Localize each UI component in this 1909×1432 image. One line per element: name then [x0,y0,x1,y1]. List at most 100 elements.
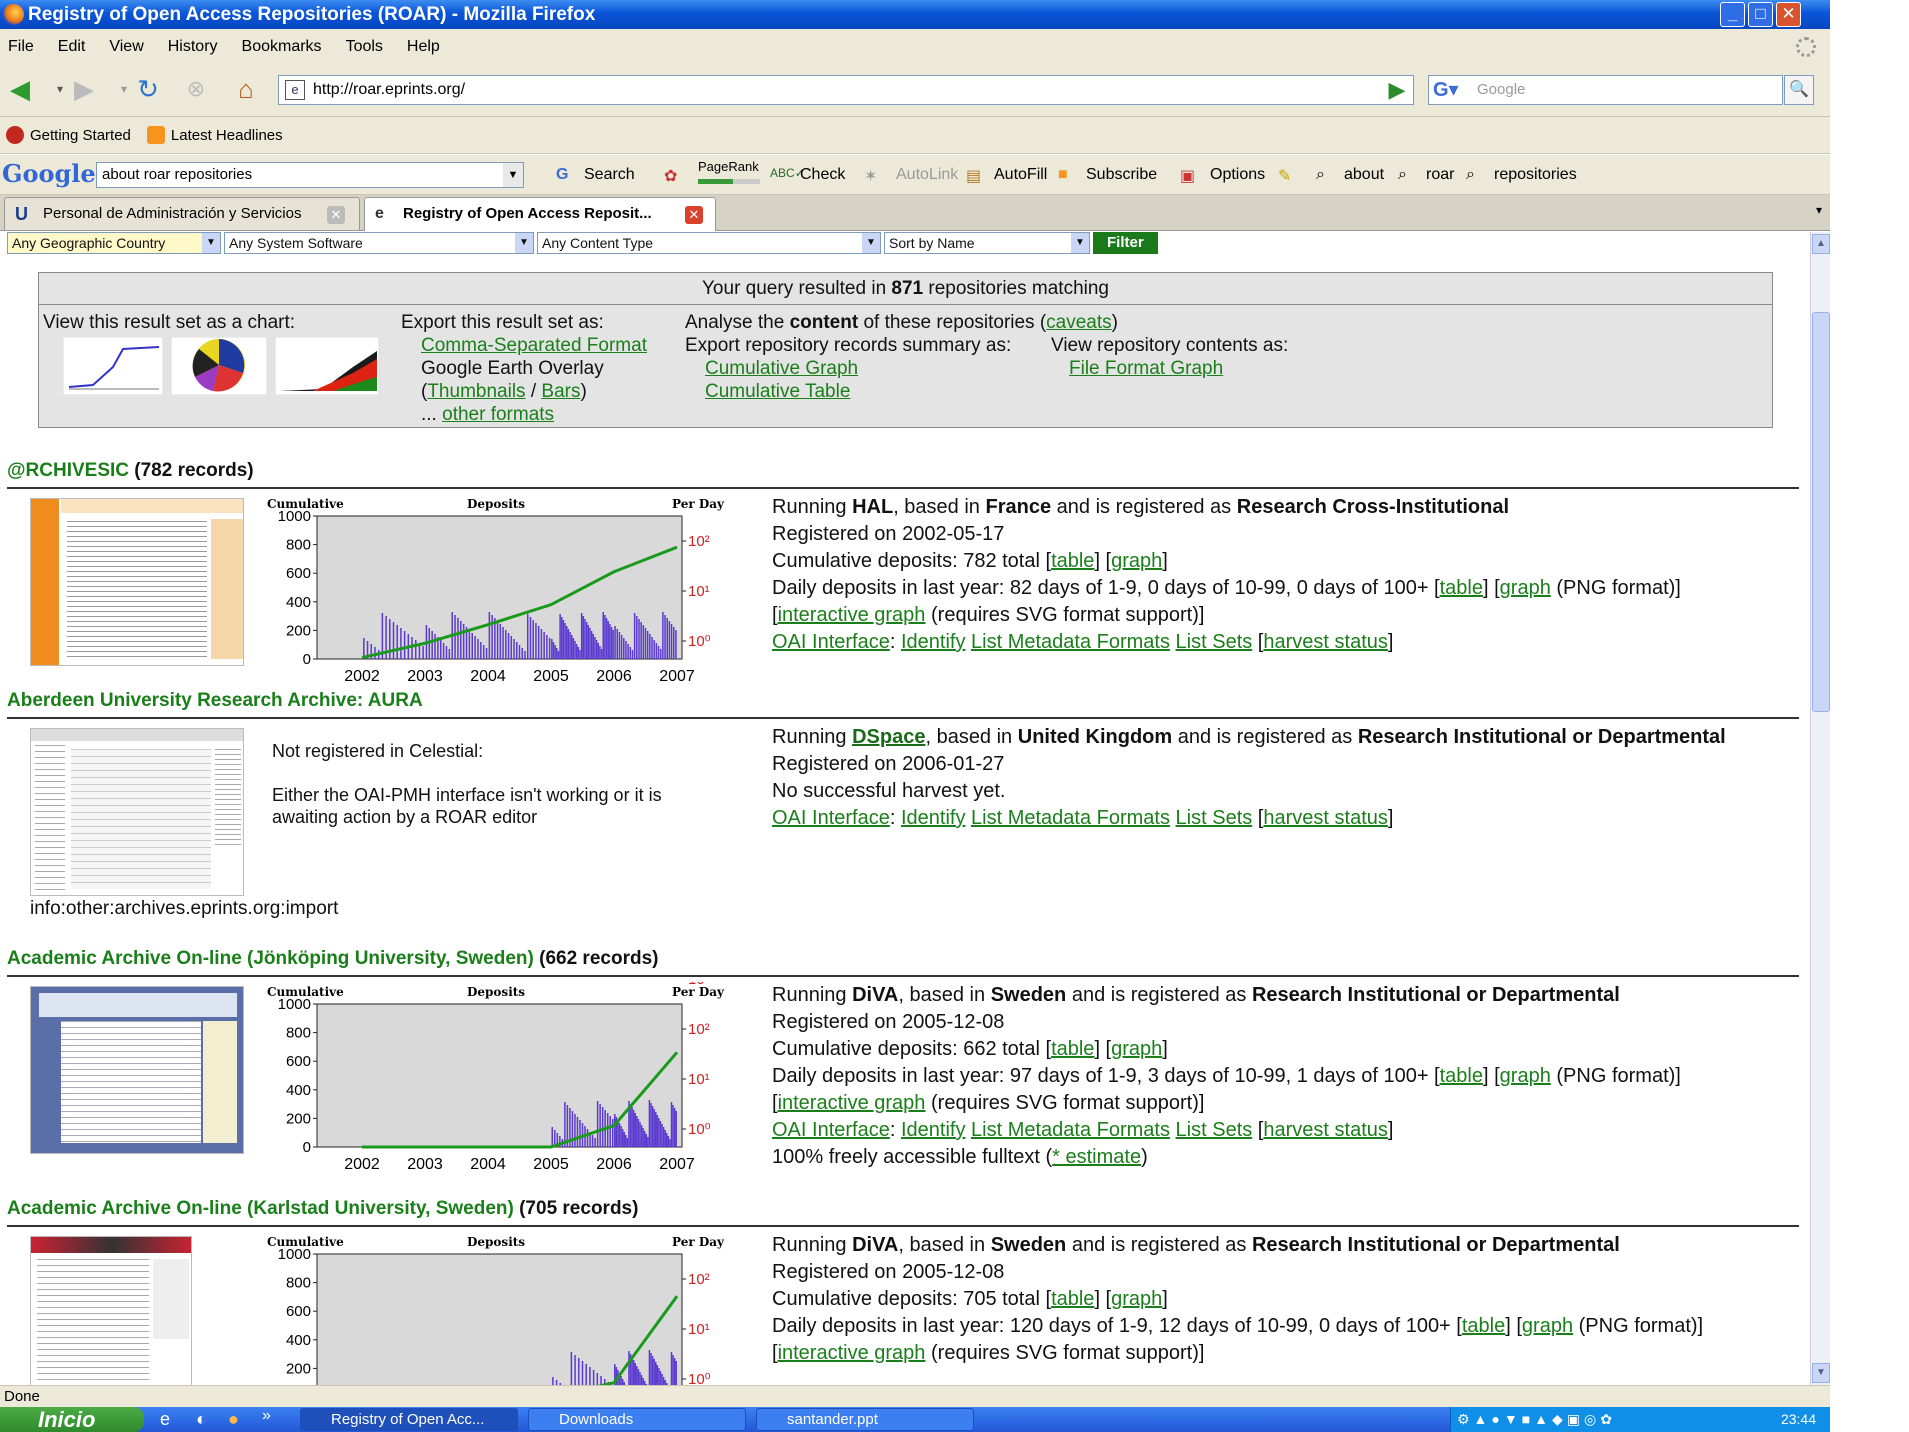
list-sets-link[interactable]: List Sets [1176,1119,1253,1141]
url-field[interactable]: e http://roar.eprints.org/ ▾ [278,75,1643,105]
table-link[interactable]: table [1051,550,1094,572]
scroll-up-icon[interactable]: ▲ [1812,234,1830,254]
list-metadata-link[interactable]: List Metadata Formats [971,631,1170,653]
search-term-repositories[interactable]: repositories [1494,166,1577,184]
menu-view[interactable]: View [109,38,143,56]
menu-help[interactable]: Help [407,38,440,56]
highlighter-icon[interactable]: ✎ [1278,166,1291,186]
graph-link[interactable]: graph [1500,577,1551,599]
menu-bookmarks[interactable]: Bookmarks [242,38,322,56]
search-field[interactable]: G▾ Google [1428,75,1783,105]
task-roar-window[interactable]: Registry of Open Acc... [300,1408,518,1431]
search-term-roar[interactable]: roar [1426,166,1454,184]
task-santander-ppt[interactable]: santander.ppt [756,1408,974,1431]
close-tab-icon[interactable]: ✕ [327,206,345,224]
minimize-button[interactable]: _ [1720,2,1745,27]
bar-chart-thumbnail[interactable] [274,337,380,395]
tray-icons[interactable]: ⚙▲●▼■▲◆▣◎✿ [1457,1407,1616,1432]
google-query-input[interactable]: about roar repositories ▼ [96,162,524,188]
list-sets-link[interactable]: List Sets [1176,631,1253,653]
thumbnails-link[interactable]: Thumbnails [427,381,525,402]
bookmark-getting-started[interactable]: Getting Started [6,126,131,144]
repository-name-link[interactable]: Academic Archive On-line (Karlstad Unive… [7,1198,514,1219]
export-csv-link[interactable]: Comma-Separated Format [421,334,647,357]
scroll-down-icon[interactable]: ▼ [1812,1363,1830,1383]
identify-link[interactable]: Identify [901,631,965,653]
graph-link[interactable]: graph [1522,1315,1573,1337]
line-chart-thumbnail[interactable] [63,337,164,395]
back-button[interactable]: ◀ [4,73,36,105]
repository-name-link[interactable]: @RCHIVESIC [7,460,129,481]
table-link[interactable]: table [1440,577,1483,599]
list-metadata-link[interactable]: List Metadata Formats [971,807,1170,829]
reload-button[interactable]: ↻ [132,73,164,105]
autofill-button[interactable]: AutoFill [994,166,1047,184]
quick-launch-explorer-icon[interactable]: ◐ [196,1409,207,1430]
harvest-status-link[interactable]: harvest status [1263,807,1388,829]
bookmark-latest-headlines[interactable]: Latest Headlines [146,126,283,144]
content-type-select[interactable]: Any Content Type ▼ [537,232,881,254]
quick-launch-more-icon[interactable]: » [262,1407,271,1425]
repository-screenshot[interactable] [30,498,244,666]
bars-link[interactable]: Bars [541,381,580,402]
list-metadata-link[interactable]: List Metadata Formats [971,1119,1170,1141]
google-logo[interactable]: Google [2,159,96,188]
interactive-graph-link[interactable]: interactive graph [778,1342,926,1364]
forward-button[interactable]: ▶ [68,73,100,105]
close-tab-icon[interactable]: ✕ [685,206,703,224]
harvest-status-link[interactable]: harvest status [1263,1119,1388,1141]
cumulative-graph-link[interactable]: Cumulative Graph [705,357,858,380]
software-select[interactable]: Any System Software ▼ [224,232,534,254]
home-button[interactable]: ⌂ [230,73,262,105]
quick-launch-firefox-icon[interactable]: ● [228,1409,239,1430]
oai-interface-link[interactable]: OAI Interface [772,807,890,829]
oai-interface-link[interactable]: OAI Interface [772,631,890,653]
oai-interface-link[interactable]: OAI Interface [772,1119,890,1141]
graph-link[interactable]: graph [1111,1038,1162,1060]
table-link[interactable]: table [1462,1315,1505,1337]
repository-screenshot[interactable] [30,728,244,896]
software-link[interactable]: DSpace [852,726,925,748]
maximize-button[interactable]: □ [1748,2,1773,27]
table-link[interactable]: table [1051,1038,1094,1060]
list-sets-link[interactable]: List Sets [1176,807,1253,829]
scroll-thumb[interactable] [1812,312,1830,712]
filter-button[interactable]: Filter [1093,232,1158,254]
repository-name-link[interactable]: Academic Archive On-line (Jönköping Univ… [7,948,534,969]
vertical-scrollbar[interactable]: ▲ ▼ [1810,232,1830,1385]
check-button[interactable]: Check [800,166,845,184]
task-downloads[interactable]: Downloads [528,1408,746,1431]
harvest-status-link[interactable]: harvest status [1263,631,1388,653]
file-format-graph-link[interactable]: File Format Graph [1069,357,1223,380]
repository-screenshot[interactable] [30,986,244,1154]
repository-screenshot[interactable] [30,1236,192,1385]
sort-select[interactable]: Sort by Name ▼ [884,232,1090,254]
graph-link[interactable]: graph [1111,1288,1162,1310]
table-link[interactable]: table [1440,1065,1483,1087]
menu-edit[interactable]: Edit [58,38,86,56]
popup-blocker-icon[interactable]: ✿ [664,166,677,186]
tab-roar[interactable]: e Registry of Open Access Reposit... ✕ [364,197,716,231]
graph-link[interactable]: graph [1500,1065,1551,1087]
subscribe-button[interactable]: Subscribe [1086,166,1157,184]
repository-name-link[interactable]: Aberdeen University Research Archive: AU… [7,690,423,711]
options-button[interactable]: Options [1210,166,1265,184]
google-search-button[interactable]: Search [584,166,635,184]
stop-button[interactable]: ⊗ [180,73,212,105]
close-button[interactable]: ✕ [1776,2,1801,27]
tab-list-icon[interactable]: ▾ [1816,203,1822,217]
search-term-about[interactable]: about [1344,166,1384,184]
go-button[interactable]: ▶ [1382,75,1412,105]
pie-chart-thumbnail[interactable] [170,337,268,395]
interactive-graph-link[interactable]: interactive graph [778,1092,926,1114]
start-button[interactable]: Inicio [0,1407,144,1432]
interactive-graph-link[interactable]: interactive graph [778,604,926,626]
menu-tools[interactable]: Tools [346,38,383,56]
quick-launch-ie-icon[interactable]: e [160,1409,170,1430]
identify-link[interactable]: Identify [901,1119,965,1141]
graph-link[interactable]: graph [1111,550,1162,572]
chevron-down-icon[interactable]: ▼ [503,163,523,187]
autolink-button[interactable]: AutoLink [896,166,958,184]
search-go-icon[interactable]: 🔍 [1784,75,1814,105]
country-select[interactable]: Any Geographic Country ▼ [7,232,221,254]
